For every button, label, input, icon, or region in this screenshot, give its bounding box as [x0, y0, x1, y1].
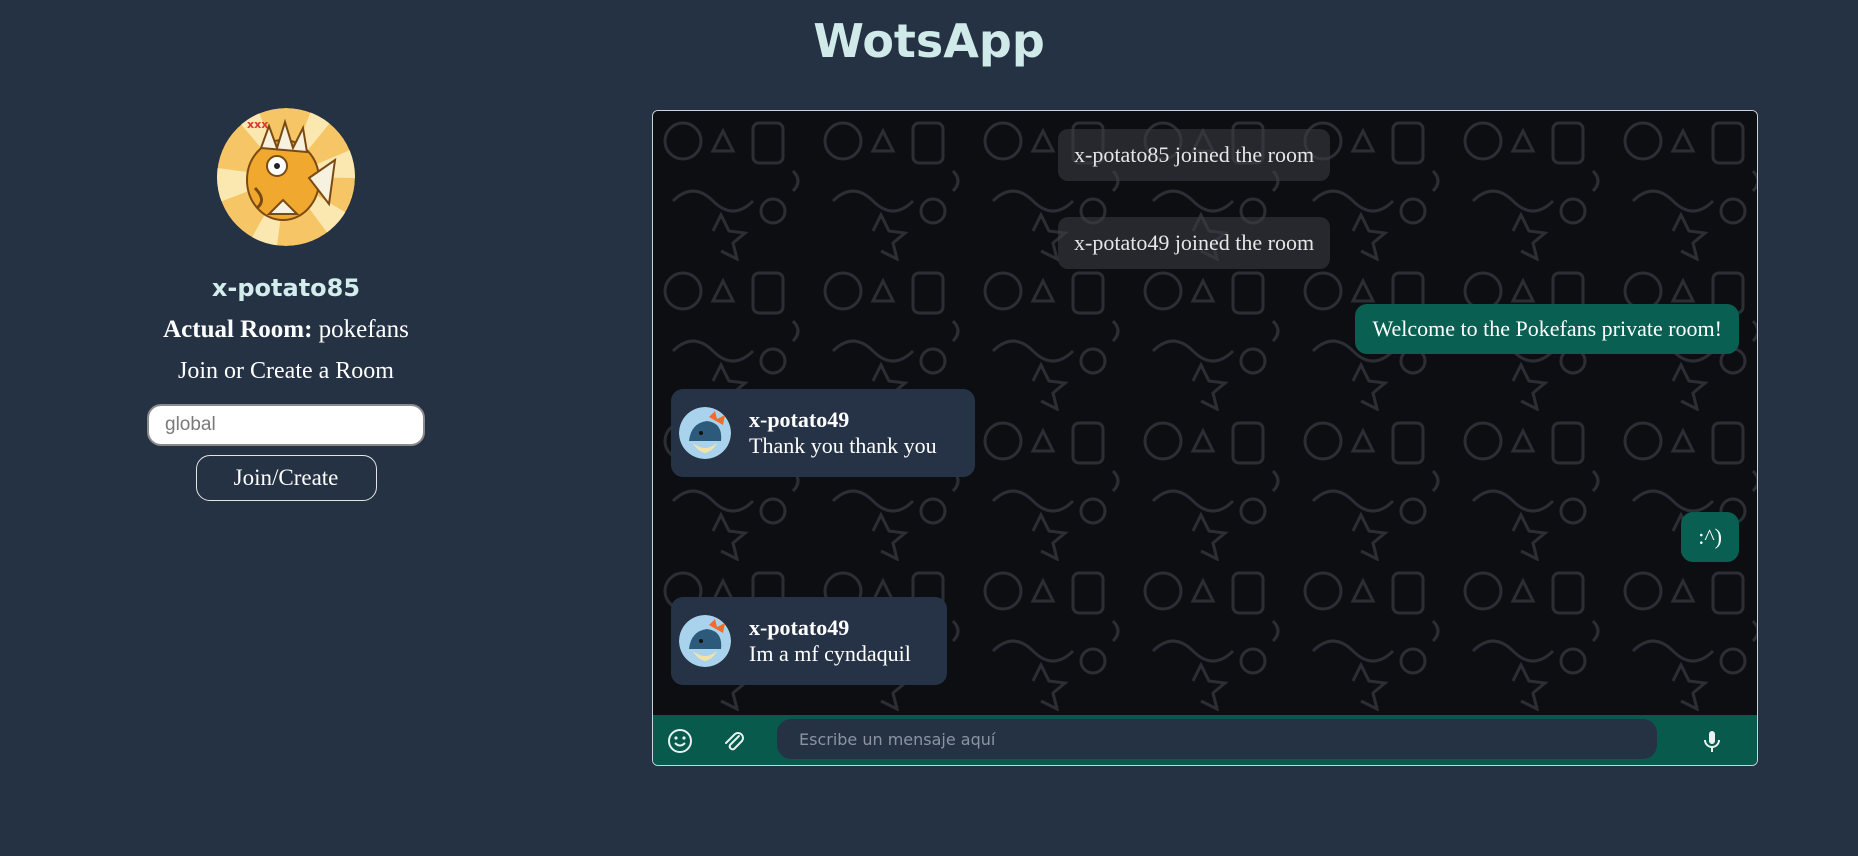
cyndaquil-avatar-icon	[679, 615, 731, 667]
message-composer	[653, 715, 1757, 765]
message-author: x-potato49	[749, 407, 850, 432]
current-room-name: pokefans	[318, 316, 409, 343]
system-message: x-potato85 joined the room	[1058, 129, 1331, 181]
app-title: WotsApp	[813, 14, 1045, 68]
profile-avatar: xxx	[217, 108, 355, 246]
emoji-icon[interactable]	[667, 728, 693, 754]
message-author: x-potato49	[749, 615, 850, 640]
microphone-icon[interactable]	[1699, 728, 1725, 754]
message-text: Thank you thank you	[749, 433, 937, 458]
sidebar: xxx x-potato85 Actual Room: pokefans Joi…	[136, 108, 436, 501]
own-message: Welcome to the Pokefans private room!	[1355, 304, 1739, 354]
current-room: Actual Room: pokefans	[163, 316, 409, 344]
current-room-label: Actual Room:	[163, 316, 313, 343]
join-create-button[interactable]: Join/Create	[195, 455, 377, 501]
incoming-message: x-potato49 Im a mf cyndaquil	[671, 597, 947, 685]
paperclip-icon[interactable]	[721, 728, 747, 754]
message-input[interactable]	[777, 719, 1657, 759]
system-message: x-potato49 joined the room	[1058, 217, 1331, 269]
message-list: x-potato85 joined the room x-potato49 jo…	[653, 111, 1757, 715]
incoming-message: x-potato49 Thank you thank you	[671, 389, 975, 477]
join-room-heading: Join or Create a Room	[178, 358, 394, 384]
cyndaquil-avatar-icon	[679, 407, 731, 459]
message-text: Im a mf cyndaquil	[749, 641, 911, 666]
room-name-input[interactable]	[147, 404, 425, 446]
current-username: x-potato85	[211, 274, 361, 302]
svg-text:xxx: xxx	[247, 118, 268, 131]
own-message: :^)	[1681, 512, 1739, 562]
chat-window: x-potato85 joined the room x-potato49 jo…	[652, 110, 1758, 766]
